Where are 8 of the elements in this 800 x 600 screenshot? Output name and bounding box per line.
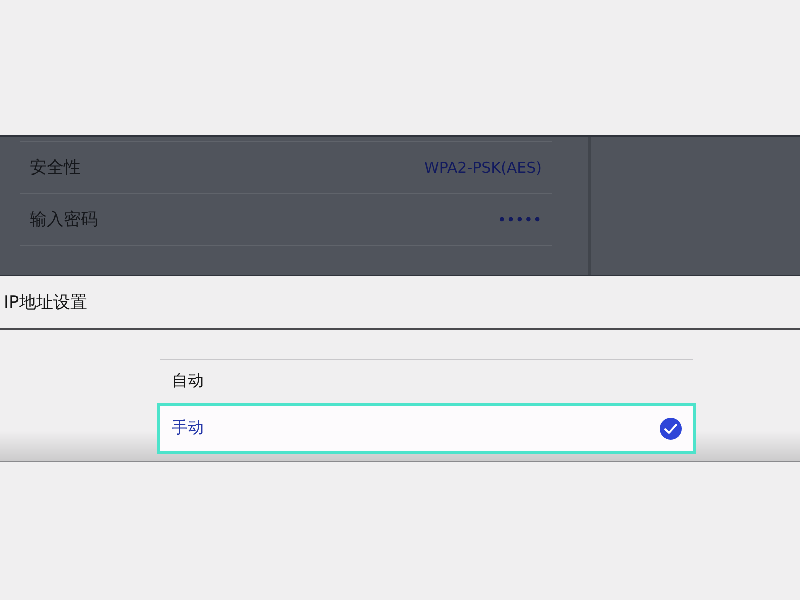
- setting-label: 输入密码: [30, 209, 98, 231]
- setting-value: •••••: [498, 210, 542, 228]
- option-item[interactable]: 自动: [160, 360, 693, 403]
- setting-value: WPA2-PSK(AES): [424, 158, 542, 176]
- dialog-title: IP地址设置: [4, 292, 88, 314]
- check-icon: [660, 418, 682, 440]
- option-item[interactable]: 手动: [157, 403, 696, 454]
- setting-label: 安全性: [30, 157, 81, 179]
